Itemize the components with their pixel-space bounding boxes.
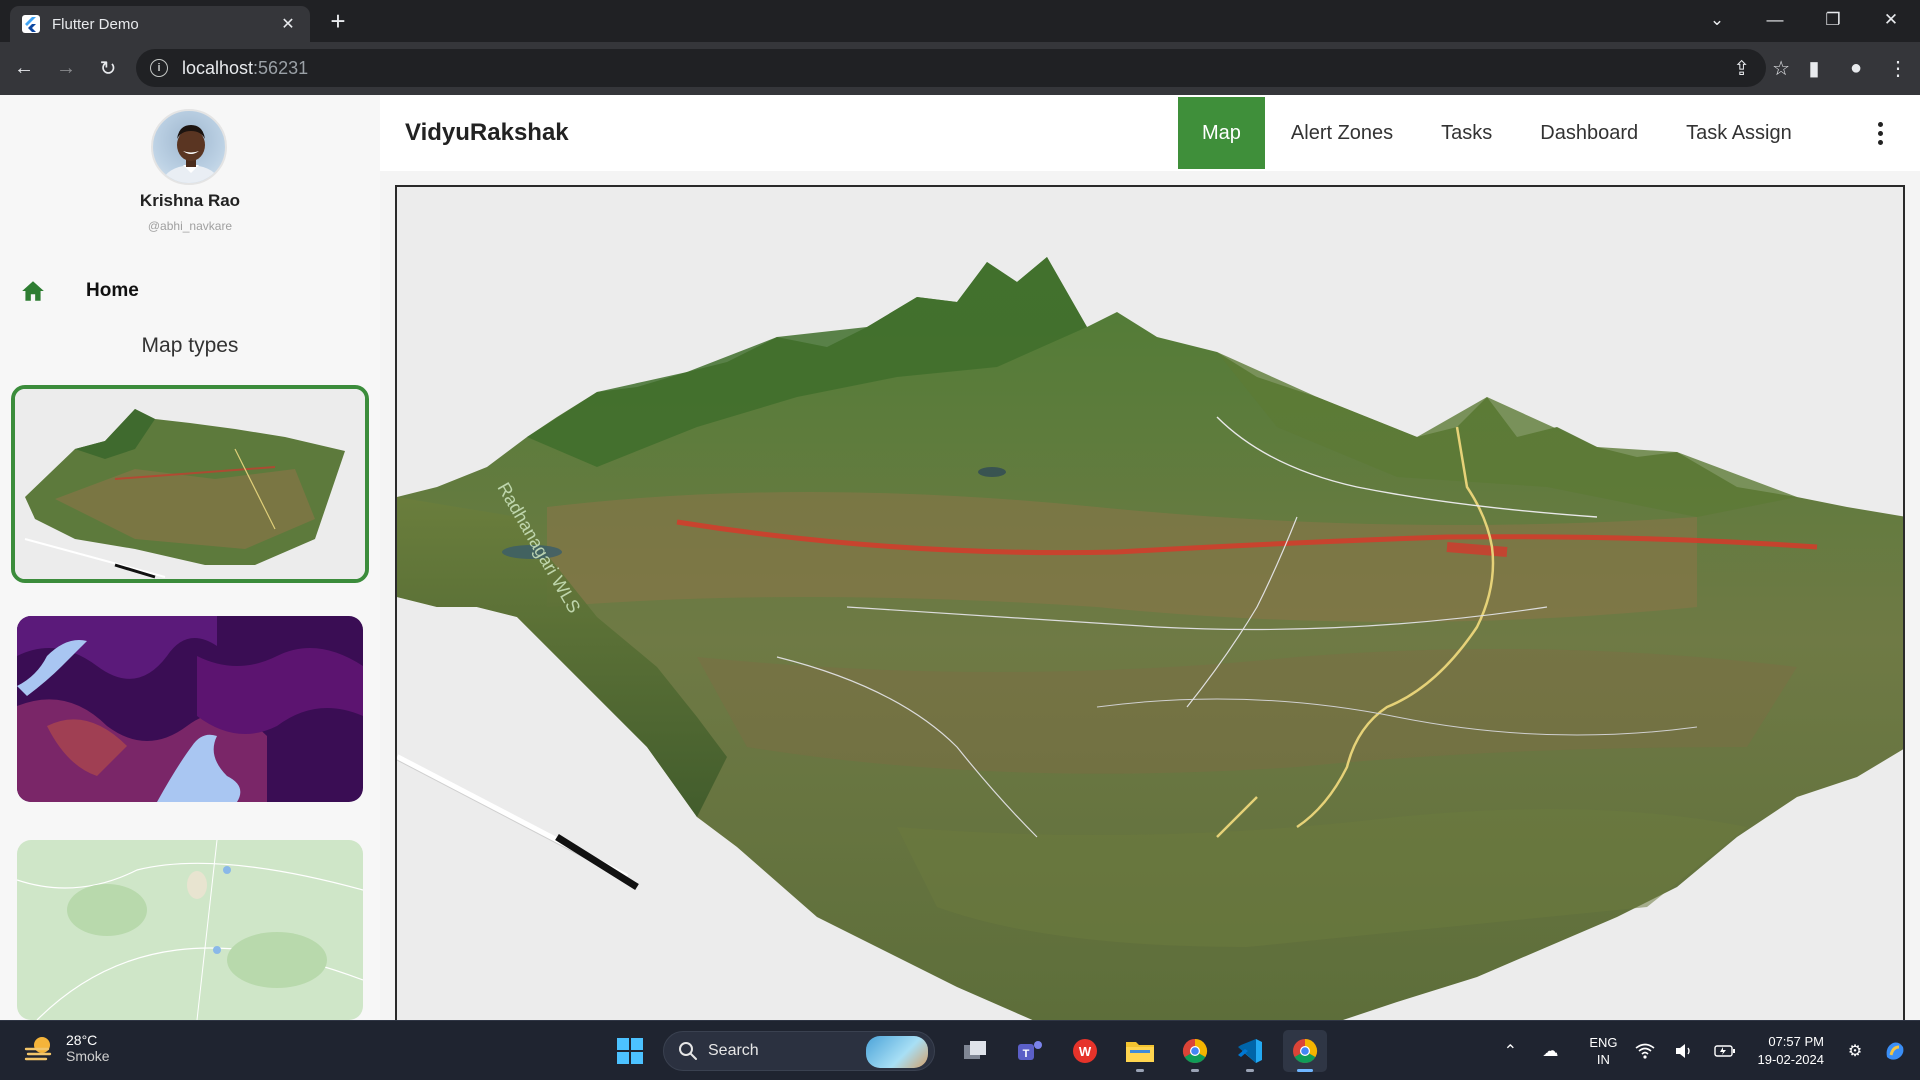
tab-task-assign[interactable]: Task Assign xyxy=(1662,97,1816,169)
url-port: :56231 xyxy=(253,57,309,78)
search-icon xyxy=(679,1042,697,1060)
flutter-icon xyxy=(22,15,40,33)
map-type-heatmap[interactable] xyxy=(17,616,363,802)
windows-logo-icon xyxy=(617,1038,643,1064)
site-info-icon[interactable]: i xyxy=(150,59,168,77)
svg-text:T: T xyxy=(1023,1048,1030,1060)
minimize-button[interactable]: — xyxy=(1746,0,1804,40)
system-tray: ⌃ ☁ ENG IN 07:57 PM 19-02-2024 ⚙ xyxy=(1495,1021,1920,1080)
browser-toolbar: ← → ↻ i localhost:56231 ⇪ ☆ ▮ ● ⋮ xyxy=(0,42,1920,95)
start-button[interactable] xyxy=(608,1030,652,1072)
map-type-terrain[interactable] xyxy=(11,385,369,583)
vscode-app[interactable] xyxy=(1228,1030,1272,1072)
wifi-icon[interactable] xyxy=(1630,1043,1660,1059)
teams-app[interactable]: T xyxy=(1008,1030,1052,1072)
nav-tabs: Map Alert Zones Tasks Dashboard Task Ass… xyxy=(1178,97,1816,169)
battery-icon[interactable] xyxy=(1710,1044,1740,1058)
search-highlight-image xyxy=(866,1036,928,1068)
task-view-button[interactable] xyxy=(953,1030,997,1072)
heatmap-thumbnail xyxy=(17,616,363,802)
folder-icon xyxy=(1126,1042,1154,1062)
back-button[interactable]: ← xyxy=(6,51,42,87)
app-title: VidyuRakshak xyxy=(405,119,569,146)
avatar-portrait-icon xyxy=(161,125,221,183)
url-host: localhost xyxy=(182,57,254,78)
new-tab-button[interactable]: + xyxy=(324,8,352,36)
browser-menu-icon[interactable]: ⋮ xyxy=(1884,52,1912,84)
notification-settings-icon[interactable]: ⚙ xyxy=(1840,1041,1870,1061)
vscode-icon xyxy=(1238,1039,1262,1063)
clock-time: 07:57 PM xyxy=(1768,1034,1824,1049)
home-label: Home xyxy=(86,280,139,301)
teams-icon: T xyxy=(1018,1041,1042,1060)
task-view-icon xyxy=(964,1041,986,1059)
browser-tab[interactable]: Flutter Demo ✕ xyxy=(10,6,310,42)
language-indicator[interactable]: ENG IN xyxy=(1589,1034,1617,1068)
forward-button[interactable]: → xyxy=(48,51,84,87)
address-bar[interactable]: i localhost:56231 xyxy=(136,49,1766,87)
side-drawer: Krishna Rao @abhi_navkare Home Map types xyxy=(0,95,380,1020)
user-handle: @abhi_navkare xyxy=(147,219,233,233)
onedrive-icon[interactable]: ☁ xyxy=(1535,1041,1565,1061)
search-label: Search xyxy=(708,1042,759,1059)
browser-tab-strip: Flutter Demo ✕ + ⌄ — ❐ ✕ xyxy=(0,0,1920,42)
tab-dashboard[interactable]: Dashboard xyxy=(1516,97,1662,169)
terrain-3d-map[interactable]: Radhanagari WLS xyxy=(397,187,1905,1020)
app-bar: VidyuRakshak Map Alert Zones Tasks Dashb… xyxy=(380,95,1920,171)
chrome-icon xyxy=(1182,1039,1208,1064)
side-panel-icon[interactable]: ▮ xyxy=(1800,52,1828,84)
share-icon[interactable]: ⇪ xyxy=(1733,56,1750,81)
volume-icon[interactable] xyxy=(1670,1043,1700,1059)
reload-button[interactable]: ↻ xyxy=(90,51,126,87)
weather-smoke-icon xyxy=(24,1037,52,1061)
language-code: ENG xyxy=(1589,1035,1618,1050)
restore-button[interactable]: ❐ xyxy=(1804,0,1862,40)
drawer-item-home[interactable]: Home xyxy=(20,273,139,309)
avatar[interactable] xyxy=(151,109,227,185)
map-view[interactable]: Radhanagari WLS xyxy=(395,185,1905,1020)
close-window-button[interactable]: ✕ xyxy=(1862,0,1920,40)
clock[interactable]: 07:57 PM 19-02-2024 xyxy=(1758,1033,1825,1069)
taskbar-search[interactable]: Search xyxy=(663,1031,935,1071)
tab-close-icon[interactable]: ✕ xyxy=(278,14,298,34)
svg-text:W: W xyxy=(1079,1044,1092,1059)
tab-search-chevron-icon[interactable]: ⌄ xyxy=(1688,0,1746,40)
weather-temp: 28°C xyxy=(66,1032,98,1048)
file-explorer-app[interactable] xyxy=(1118,1030,1162,1072)
tab-alert-zones[interactable]: Alert Zones xyxy=(1267,97,1417,169)
chrome-app-active[interactable] xyxy=(1283,1030,1327,1072)
map-types-title: Map types xyxy=(141,334,239,357)
terrain-thumbnail xyxy=(15,389,365,579)
home-icon xyxy=(22,281,44,301)
weather-widget[interactable]: 28°C Smoke xyxy=(22,1031,110,1065)
tab-tasks[interactable]: Tasks xyxy=(1417,97,1516,169)
chrome-icon xyxy=(1293,1039,1318,1064)
more-vert-icon[interactable] xyxy=(1870,117,1890,149)
region-code: IN xyxy=(1596,1052,1610,1067)
profile-icon[interactable]: ● xyxy=(1842,52,1870,84)
windows-taskbar: 28°C Smoke Search T W ⌃ ☁ ENG IN 07:57 P… xyxy=(0,1020,1920,1080)
user-name: Krishna Rao xyxy=(139,191,241,210)
wps-icon: W xyxy=(1073,1039,1097,1063)
weather-condition: Smoke xyxy=(66,1048,110,1064)
tab-map[interactable]: Map xyxy=(1178,97,1265,169)
chrome-app[interactable] xyxy=(1173,1030,1217,1072)
map-type-street[interactable] xyxy=(17,840,363,1020)
tab-title: Flutter Demo xyxy=(52,15,139,33)
chevron-up-icon[interactable]: ⌃ xyxy=(1495,1041,1525,1061)
wps-office-app[interactable]: W xyxy=(1063,1030,1107,1072)
copilot-icon[interactable] xyxy=(1880,1039,1910,1063)
clock-date: 19-02-2024 xyxy=(1757,1052,1825,1067)
street-map-thumbnail xyxy=(17,840,363,1020)
bookmark-star-icon[interactable]: ☆ xyxy=(1772,56,1790,81)
